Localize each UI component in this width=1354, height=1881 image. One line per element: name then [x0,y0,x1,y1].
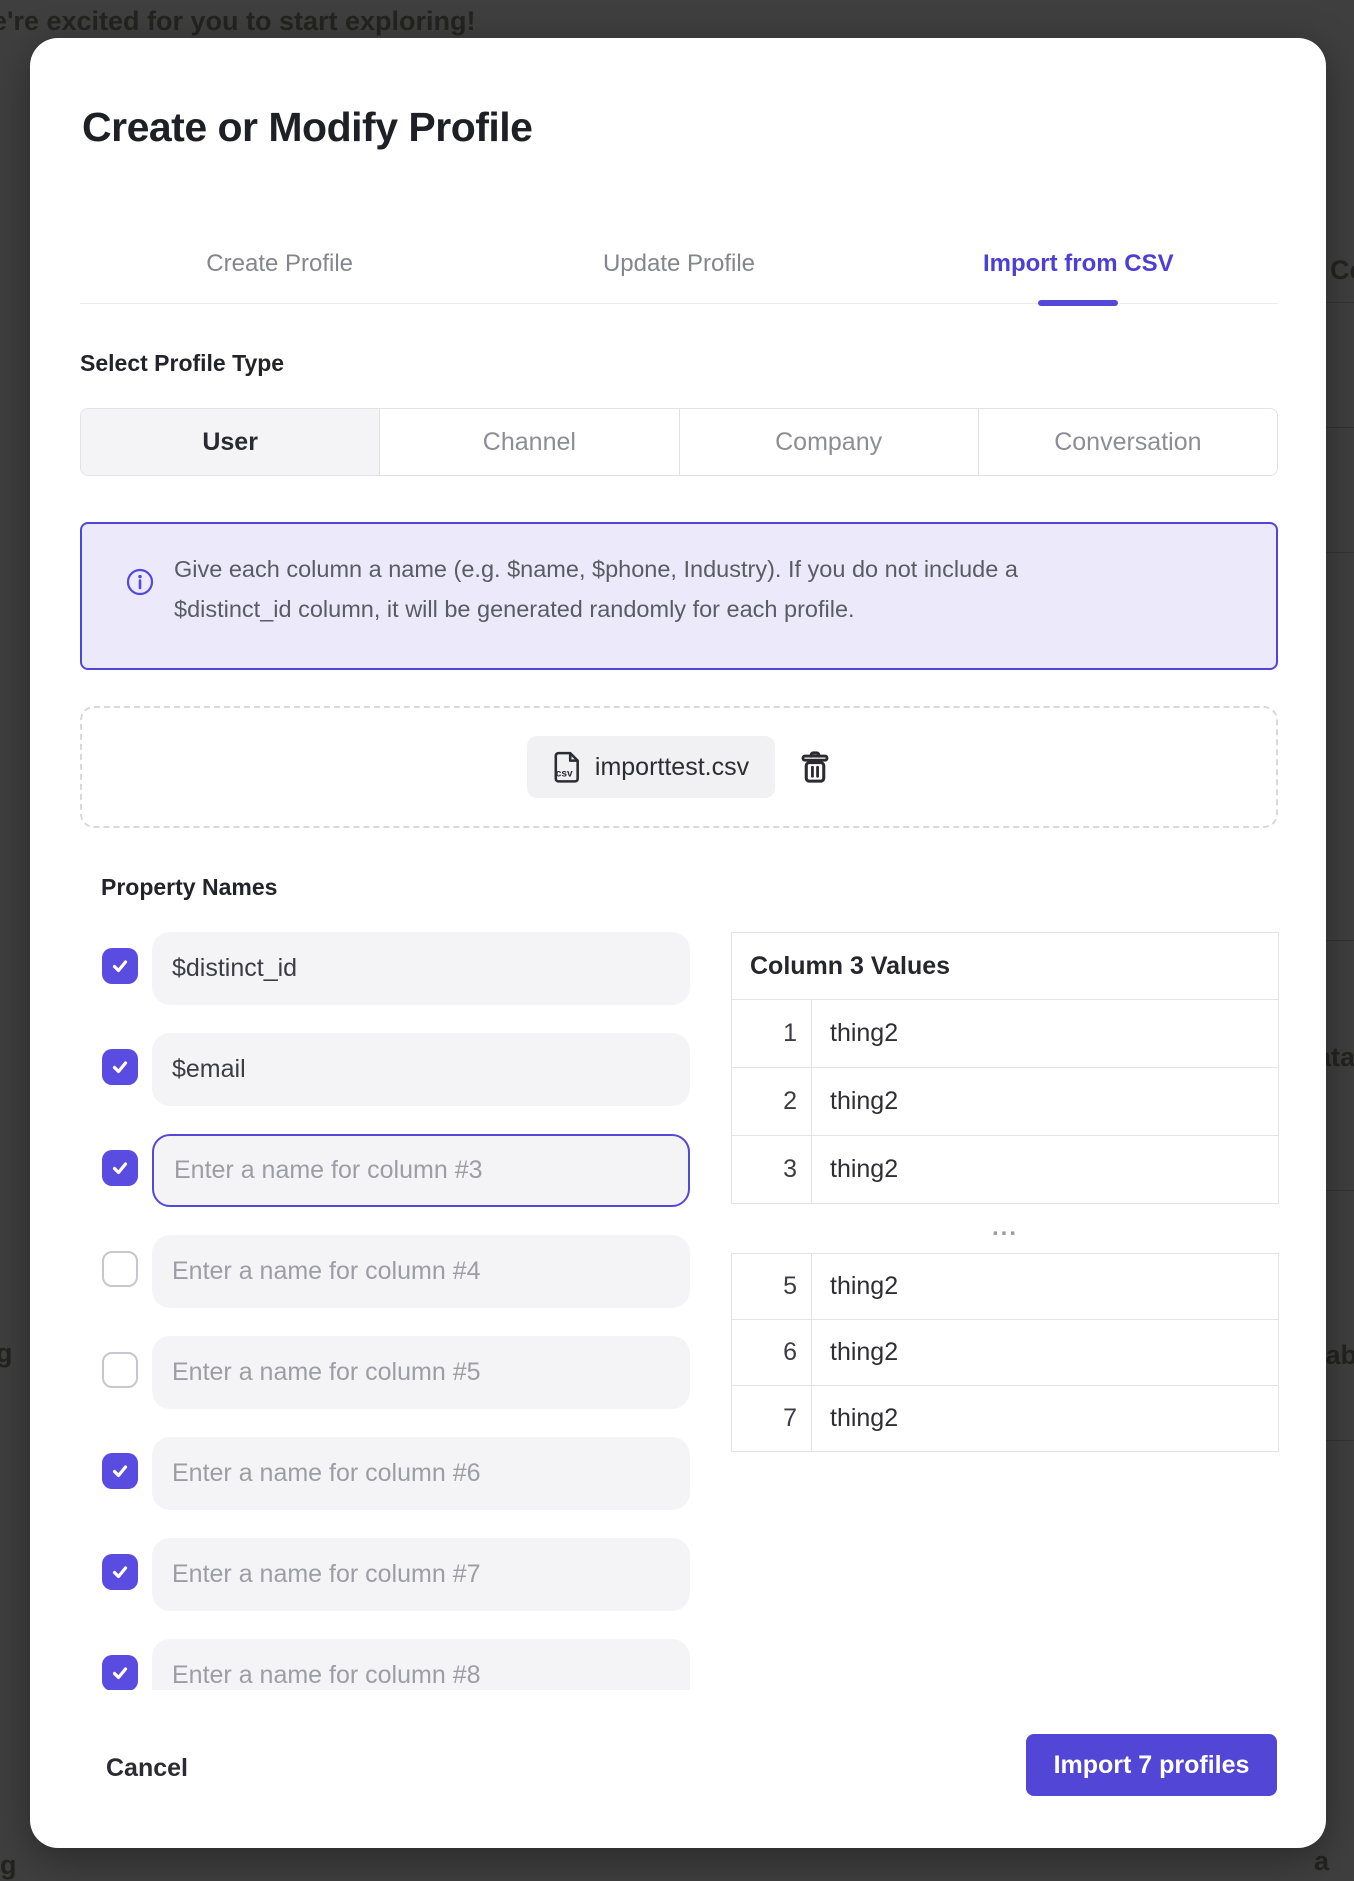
background-row-line [1326,552,1354,553]
background-fragment: a [1314,1846,1329,1877]
property-input-2[interactable] [152,1033,690,1106]
row-index: 1 [732,1000,812,1067]
table-row: 1 thing2 [732,999,1278,1067]
tab-create-profile[interactable]: Create Profile [80,225,479,303]
table-row: 3 thing2 [732,1135,1278,1203]
check-icon [110,956,130,976]
property-checkbox-7[interactable] [102,1554,138,1590]
property-row-1 [80,932,720,1005]
background-row-line [1326,1440,1354,1441]
info-banner: Give each column a name (e.g. $name, $ph… [80,522,1278,670]
row-index: 7 [732,1386,812,1451]
import-profiles-button[interactable]: Import 7 profiles [1026,1734,1277,1796]
row-index: 5 [732,1254,812,1319]
tab-import-from-csv[interactable]: Import from CSV [879,225,1278,303]
property-names-label: Property Names [101,874,277,901]
background-fragment: g [0,1850,17,1881]
check-icon [110,1057,130,1077]
check-icon [110,1158,130,1178]
csv-file-icon: csv [553,751,581,783]
property-rows [80,932,720,1690]
row-index: 3 [732,1136,812,1203]
svg-text:csv: csv [556,769,573,780]
row-value: thing2 [812,1320,1278,1385]
profile-type-selector: User Channel Company Conversation [80,408,1278,476]
active-tab-underline [1038,300,1118,306]
create-or-modify-profile-dialog: Create or Modify Profile Create Profile … [30,38,1326,1848]
cancel-button[interactable]: Cancel [106,1754,188,1783]
row-value: thing2 [812,1000,1278,1067]
dialog-title: Create or Modify Profile [82,104,532,151]
profile-type-user[interactable]: User [81,409,379,475]
csv-dropzone[interactable]: csv importtest.csv [80,706,1278,828]
row-value: thing2 [812,1068,1278,1135]
background-row-line [1326,1190,1354,1191]
column-values-table-bottom: 5 thing2 6 thing2 7 thing2 [731,1253,1279,1452]
profile-type-conversation[interactable]: Conversation [978,409,1277,475]
row-index: 6 [732,1320,812,1385]
table-row: 6 thing2 [732,1319,1278,1385]
property-row-7 [80,1538,720,1611]
info-icon [126,568,154,596]
trash-icon [799,749,831,785]
property-input-1[interactable] [152,932,690,1005]
uploaded-file-name: importtest.csv [595,753,749,782]
property-row-8 [80,1639,720,1690]
check-icon [110,1461,130,1481]
property-input-6[interactable] [152,1437,690,1510]
property-input-4[interactable] [152,1235,690,1308]
dialog-tabs: Create Profile Update Profile Import fro… [80,225,1278,304]
property-checkbox-2[interactable] [102,1049,138,1085]
property-input-5[interactable] [152,1336,690,1409]
property-row-5 [80,1336,720,1409]
table-row: 7 thing2 [732,1385,1278,1451]
remove-file-button[interactable] [799,749,831,785]
table-ellipsis: ... [731,1214,1279,1242]
property-checkbox-3[interactable] [102,1150,138,1186]
tab-update-profile[interactable]: Update Profile [479,225,878,303]
row-index: 2 [732,1068,812,1135]
property-row-2 [80,1033,720,1106]
property-row-6 [80,1437,720,1510]
table-row: 2 thing2 [732,1067,1278,1135]
row-value: thing2 [812,1136,1278,1203]
table-row: 5 thing2 [732,1254,1278,1319]
tab-label: Import from CSV [983,250,1174,278]
column-values-header: Column 3 Values [732,933,1278,999]
property-checkbox-1[interactable] [102,948,138,984]
property-input-8[interactable] [152,1639,690,1690]
property-input-7[interactable] [152,1538,690,1611]
background-fragment: Co [1330,255,1354,286]
property-checkbox-5[interactable] [102,1352,138,1388]
property-row-3 [80,1134,720,1207]
property-input-3[interactable] [152,1134,690,1207]
row-value: thing2 [812,1254,1278,1319]
check-icon [110,1663,130,1683]
background-page-text: e're excited for you to start exploring! [0,6,476,37]
row-value: thing2 [812,1386,1278,1451]
check-icon [110,1562,130,1582]
property-checkbox-4[interactable] [102,1251,138,1287]
profile-type-company[interactable]: Company [679,409,978,475]
select-profile-type-label: Select Profile Type [80,350,284,377]
uploaded-file-chip[interactable]: csv importtest.csv [527,736,775,798]
property-row-4 [80,1235,720,1308]
info-banner-text: Give each column a name (e.g. $name, $ph… [174,549,1119,629]
background-fragment: g [0,1338,13,1369]
profile-type-channel[interactable]: Channel [379,409,678,475]
column-values-table-top: Column 3 Values 1 thing2 2 thing2 3 thin… [731,932,1279,1204]
background-row-line [1326,427,1354,428]
property-checkbox-8[interactable] [102,1655,138,1690]
property-checkbox-6[interactable] [102,1453,138,1489]
background-row-line [1326,302,1354,303]
background-row-line [1326,940,1354,941]
